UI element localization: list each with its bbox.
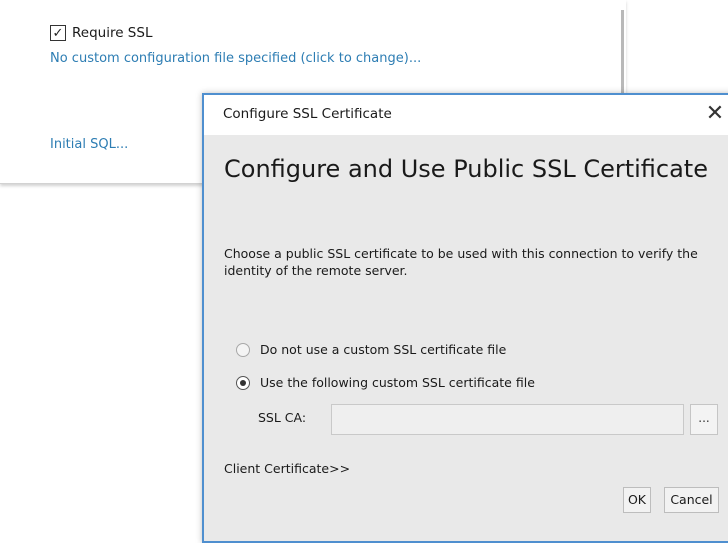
radio-button-selected[interactable]: [236, 375, 250, 390]
radio-use-custom-cert-label[interactable]: Use the following custom SSL certificate…: [260, 375, 535, 390]
dialog-description: Choose a public SSL certificate to be us…: [224, 246, 698, 278]
checkmark-icon: ✓: [52, 25, 64, 41]
initial-sql-link[interactable]: Initial SQL...: [50, 137, 128, 152]
require-ssl-row[interactable]: ✓ Require SSL: [50, 25, 152, 41]
cancel-button[interactable]: Cancel: [664, 487, 719, 513]
custom-config-link[interactable]: No custom configuration file specified (…: [50, 51, 421, 66]
radio-use-custom-cert[interactable]: Use the following custom SSL certificate…: [236, 375, 535, 390]
dialog-title: Configure SSL Certificate: [223, 106, 392, 122]
browse-button[interactable]: ...: [690, 404, 718, 435]
require-ssl-checkbox[interactable]: ✓: [50, 25, 66, 41]
configure-ssl-dialog: Configure SSL Certificate ✕ Configure an…: [202, 93, 728, 543]
radio-no-custom-cert[interactable]: Do not use a custom SSL certificate file: [236, 342, 506, 357]
client-certificate-toggle[interactable]: Client Certificate>>: [224, 461, 350, 476]
dialog-heading: Configure and Use Public SSL Certificate: [224, 155, 708, 183]
ssl-ca-label: SSL CA:: [258, 410, 307, 425]
dialog-titlebar[interactable]: Configure SSL Certificate ✕: [204, 95, 728, 135]
ok-button[interactable]: OK: [623, 487, 651, 513]
radio-button-unselected[interactable]: [236, 342, 250, 357]
require-ssl-label[interactable]: Require SSL: [72, 25, 152, 41]
ssl-ca-input[interactable]: [331, 404, 684, 435]
radio-no-custom-cert-label[interactable]: Do not use a custom SSL certificate file: [260, 342, 506, 357]
close-icon[interactable]: ✕: [700, 99, 728, 129]
panel-divider: [621, 10, 624, 100]
